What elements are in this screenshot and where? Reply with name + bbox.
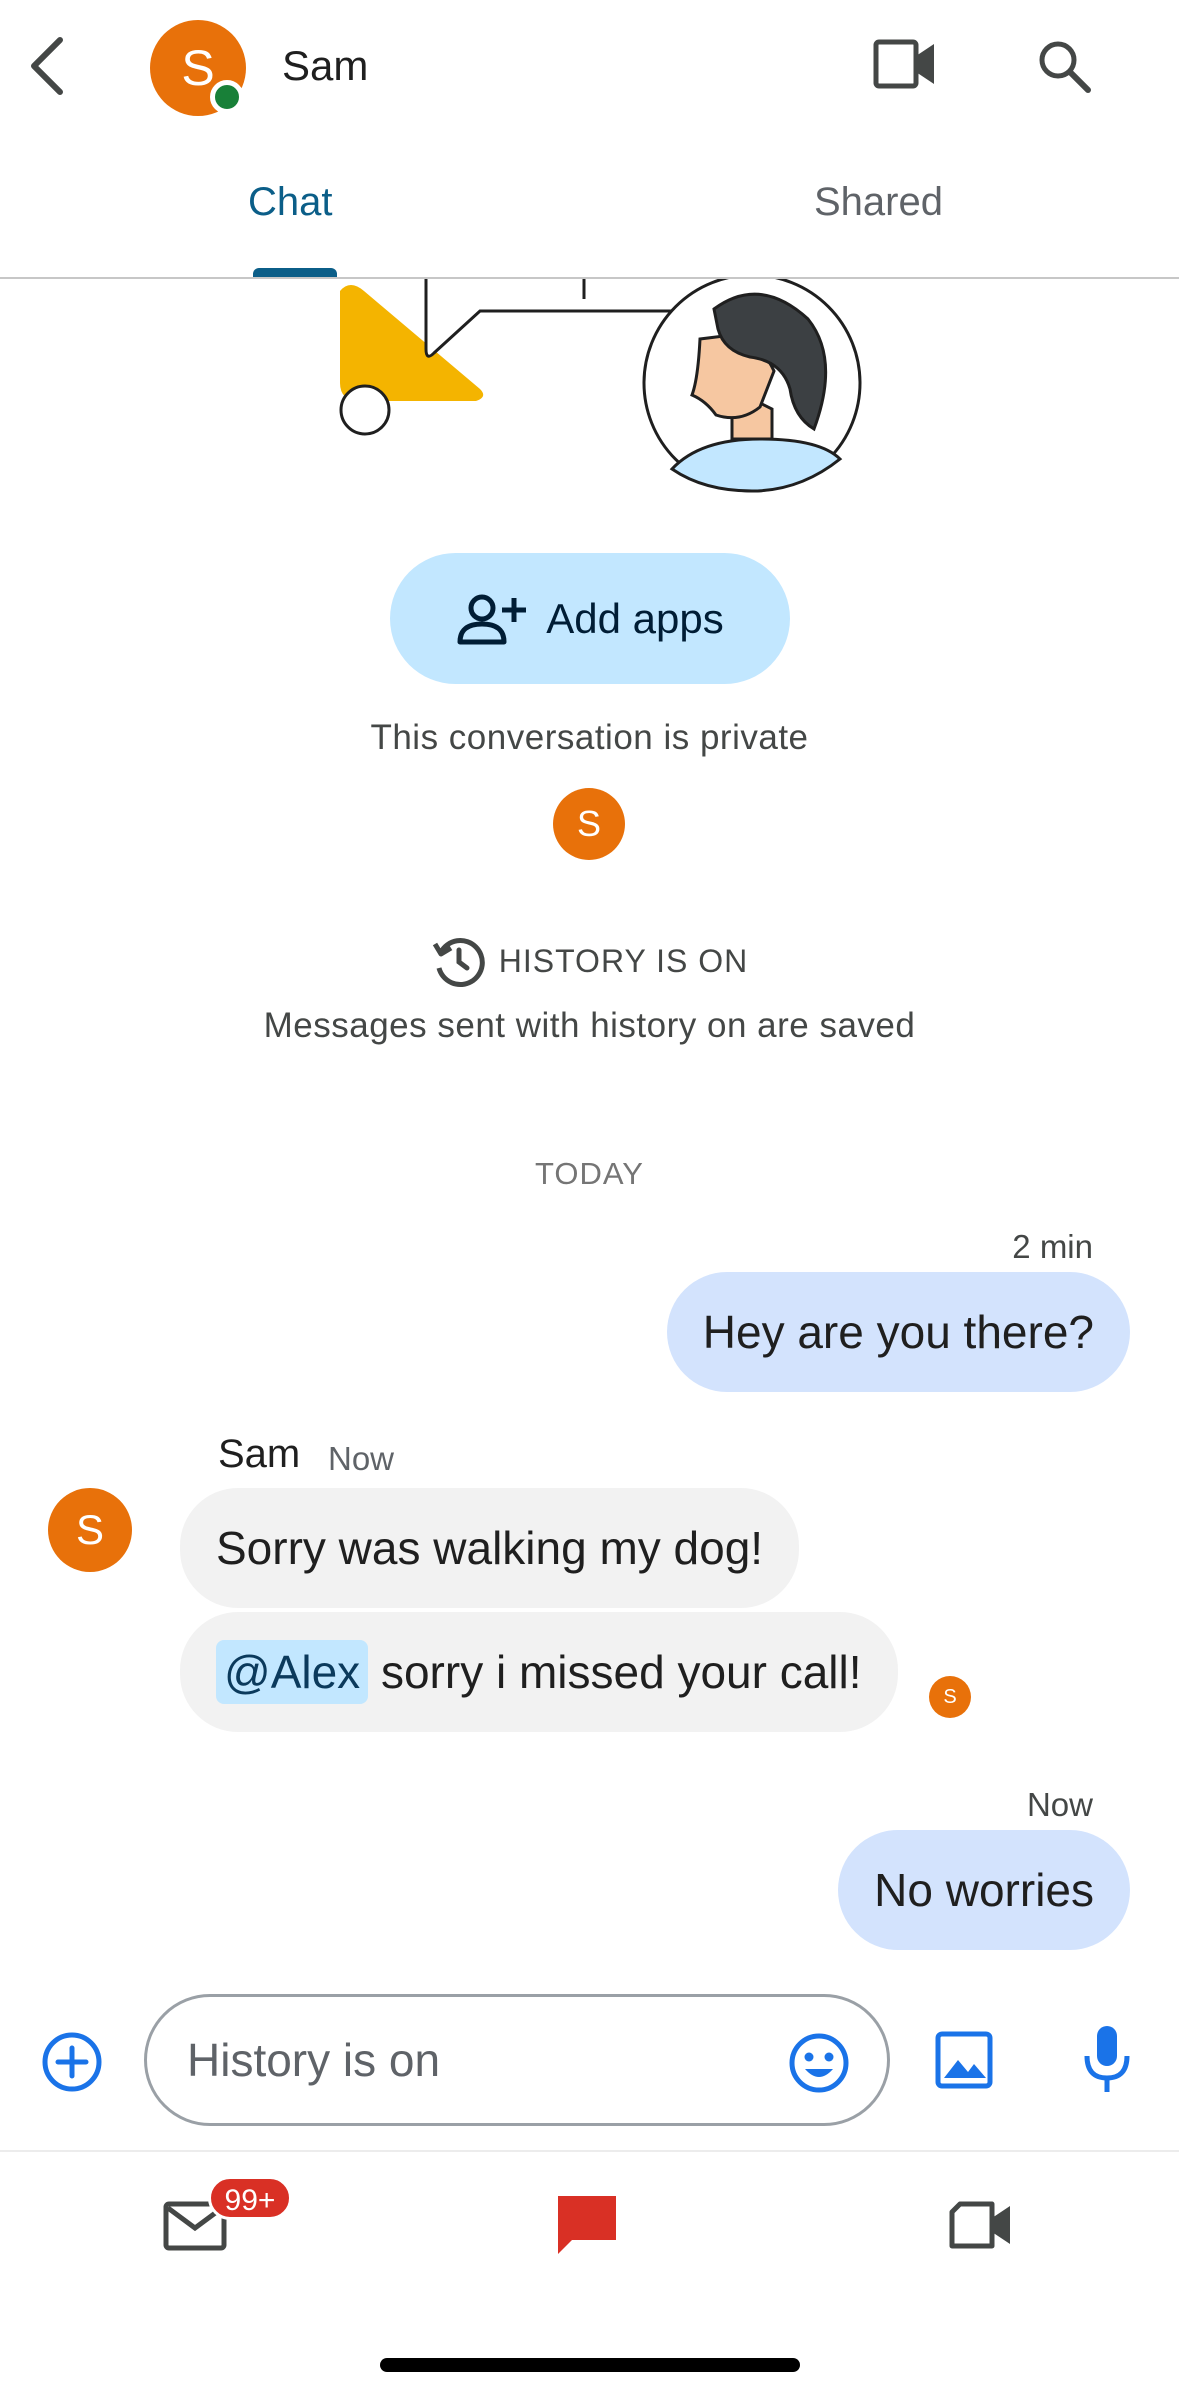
meet-video-icon[interactable] xyxy=(948,2198,1014,2252)
history-icon xyxy=(432,938,485,987)
incoming-message[interactable]: Sorry was walking my dog! xyxy=(180,1488,800,1608)
message-timestamp: 2 min xyxy=(1012,1228,1093,1265)
outgoing-message[interactable]: Hey are you there? xyxy=(666,1272,1130,1392)
home-indicator xyxy=(380,2358,800,2372)
sender-avatar[interactable]: S xyxy=(48,1488,132,1572)
search-icon[interactable] xyxy=(1034,36,1094,96)
add-attachment-icon[interactable] xyxy=(40,2030,104,2094)
back-icon[interactable] xyxy=(22,34,72,98)
mic-icon[interactable] xyxy=(1082,2024,1132,2096)
add-apps-button[interactable]: Add apps xyxy=(390,553,790,684)
message-text: sorry i missed your call! xyxy=(380,1646,862,1698)
message-input[interactable] xyxy=(187,1997,767,2123)
chat-icon[interactable] xyxy=(554,2192,620,2258)
privacy-notice: This conversation is private xyxy=(370,718,809,757)
message-composer[interactable] xyxy=(144,1994,890,2126)
message-timestamp: Now xyxy=(328,1440,395,1477)
emoji-icon[interactable] xyxy=(787,2031,851,2095)
date-divider: TODAY xyxy=(535,1156,644,1191)
video-call-icon[interactable] xyxy=(872,34,938,94)
presence-indicator xyxy=(210,80,244,114)
user-mention-chip[interactable]: @Alex xyxy=(216,1640,369,1704)
add-person-icon xyxy=(457,594,527,644)
image-icon[interactable] xyxy=(934,2030,994,2090)
tab-shared[interactable]: Shared xyxy=(814,180,943,225)
incoming-message[interactable]: @Alex sorry i missed your call! xyxy=(180,1612,898,1732)
participant-avatar: S xyxy=(553,788,625,860)
history-status: HISTORY IS ON xyxy=(0,934,1179,988)
sender-name: Sam xyxy=(218,1432,301,1476)
history-description: Messages sent with history on are saved xyxy=(263,1006,916,1045)
conversation-illustration xyxy=(320,273,880,499)
add-apps-label: Add apps xyxy=(546,594,724,642)
unread-count-badge: 99+ xyxy=(208,2176,292,2220)
read-receipt-avatar: S xyxy=(929,1676,971,1718)
conversation-title[interactable]: Sam xyxy=(282,42,368,90)
tab-chat[interactable]: Chat xyxy=(248,180,333,225)
outgoing-message[interactable]: No worries xyxy=(838,1830,1130,1950)
message-timestamp: Now xyxy=(1026,1786,1093,1823)
history-status-label: HISTORY IS ON xyxy=(498,942,749,979)
